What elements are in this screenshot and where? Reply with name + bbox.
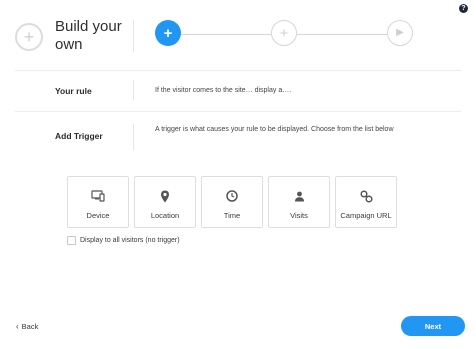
trigger-label: Visits <box>290 211 308 220</box>
back-label: Back <box>21 322 39 331</box>
trigger-device-card[interactable]: Device <box>67 176 129 228</box>
row-divider <box>133 80 134 100</box>
trigger-location-card[interactable]: Location <box>134 176 196 228</box>
step-3-play-icon[interactable]: ▶ <box>387 20 413 46</box>
your-rule-text: If the visitor comes to the site… displa… <box>155 87 292 94</box>
clock-icon <box>226 189 238 203</box>
progress-stepper: + + ▶ <box>155 20 415 50</box>
all-visitors-option[interactable]: Display to all visitors (no trigger) <box>67 236 180 245</box>
header-divider <box>133 20 134 52</box>
device-icon <box>91 189 105 203</box>
section-divider <box>15 111 461 112</box>
trigger-label: Campaign URL <box>340 211 392 220</box>
page-header: + Build your own + + ▶ <box>0 0 476 72</box>
chevron-left-icon: ‹ <box>16 322 19 331</box>
row-divider <box>133 124 134 150</box>
your-rule-label: Your rule <box>55 86 92 96</box>
all-visitors-checkbox[interactable] <box>67 236 76 245</box>
next-button[interactable]: Next <box>401 316 465 336</box>
back-button[interactable]: ‹ Back <box>16 322 38 331</box>
step-connector <box>181 34 271 35</box>
add-trigger-label: Add Trigger <box>55 131 103 141</box>
trigger-label: Location <box>150 211 180 220</box>
link-icon <box>359 189 373 203</box>
person-icon <box>294 189 305 203</box>
page-title: Build your own <box>55 18 122 53</box>
trigger-label: Time <box>223 211 241 220</box>
all-visitors-label[interactable]: Display to all visitors (no trigger) <box>80 237 180 244</box>
plus-circle-icon: + <box>15 23 43 51</box>
trigger-visits-card[interactable]: Visits <box>268 176 330 228</box>
step-2-plus-icon[interactable]: + <box>271 20 297 46</box>
section-divider <box>15 70 461 71</box>
add-trigger-text: A trigger is what causes your rule to be… <box>155 126 394 133</box>
trigger-label: Device <box>86 211 110 220</box>
step-1-plus-icon[interactable]: + <box>155 20 181 46</box>
location-pin-icon <box>160 189 170 203</box>
trigger-time-card[interactable]: Time <box>201 176 263 228</box>
trigger-campaign-url-card[interactable]: Campaign URL <box>335 176 397 228</box>
step-connector <box>297 34 387 35</box>
